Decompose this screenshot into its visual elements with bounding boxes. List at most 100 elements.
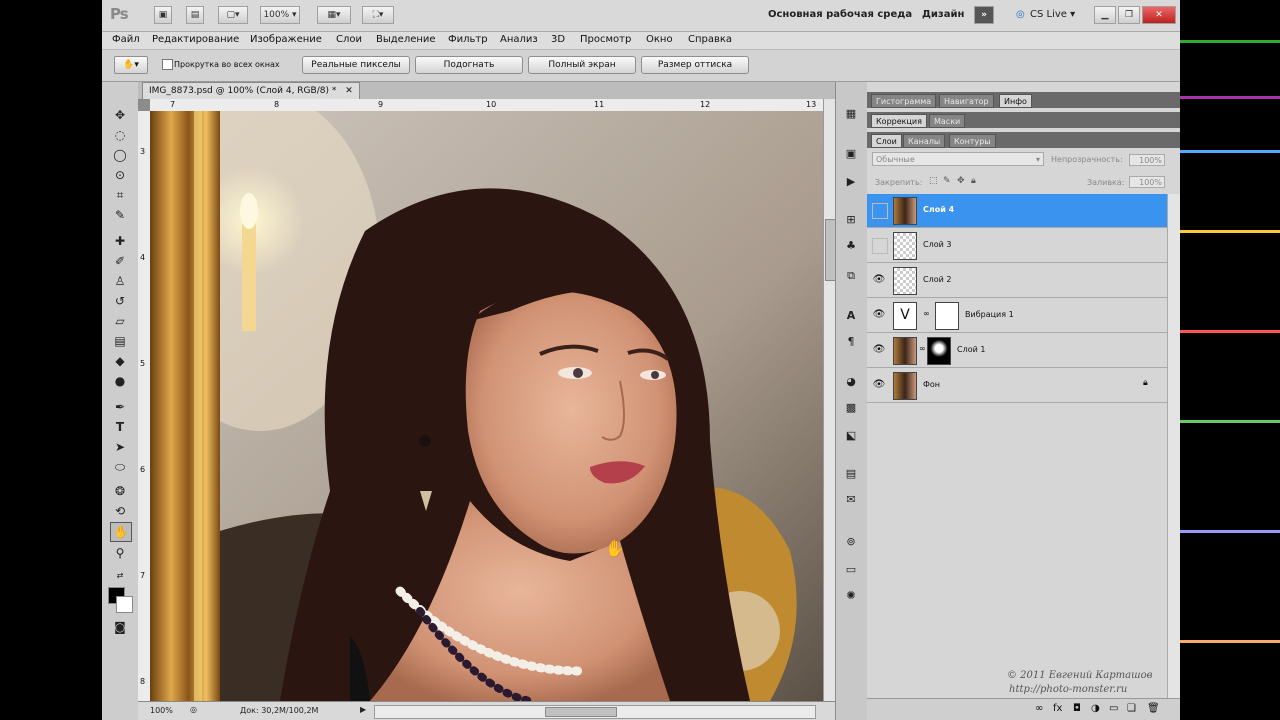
- history-panel-icon[interactable]: ▣: [842, 146, 860, 162]
- visibility-toggle[interactable]: [872, 203, 888, 219]
- menu-view[interactable]: Просмотр: [580, 34, 631, 45]
- document-tab[interactable]: IMG_8873.psd @ 100% (Слой 4, RGB/8) * ✕: [142, 82, 360, 99]
- tab-layers[interactable]: Слои: [871, 134, 902, 148]
- chain-link-icon[interactable]: ∞: [919, 344, 926, 353]
- move-tool-icon[interactable]: ✥: [110, 106, 130, 124]
- zoom-level-select[interactable]: 100% ▾: [260, 6, 300, 24]
- quick-mask-icon[interactable]: ◙: [110, 618, 130, 636]
- chain-link-icon[interactable]: ∞: [923, 309, 930, 318]
- lock-all-icon[interactable]: 🔒︎: [971, 176, 976, 186]
- tab-channels[interactable]: Каналы: [903, 134, 946, 148]
- layer-row-vibrance[interactable]: 👁︎ V ∞ Вибрация 1: [867, 299, 1167, 333]
- bridge-button[interactable]: ▣: [154, 6, 172, 24]
- menu-edit[interactable]: Редактирование: [152, 34, 239, 45]
- scroll-all-checkbox[interactable]: [162, 59, 173, 70]
- pen-tool-icon[interactable]: ✒: [110, 398, 130, 416]
- menu-image[interactable]: Изображение: [250, 34, 322, 45]
- tab-histogram[interactable]: Гистограмма: [871, 94, 937, 108]
- layer-style-icon[interactable]: fx: [1053, 703, 1062, 714]
- notes-panel-icon[interactable]: ✉: [842, 492, 860, 508]
- menu-analysis[interactable]: Анализ: [500, 34, 538, 45]
- link-layers-icon[interactable]: ∞: [1035, 703, 1043, 714]
- cslive-icon[interactable]: ◎: [1016, 9, 1025, 20]
- image-canvas[interactable]: ✋: [150, 111, 823, 701]
- close-tab-icon[interactable]: ✕: [345, 86, 353, 96]
- minimize-button[interactable]: ▁: [1094, 6, 1116, 24]
- lasso-tool-icon[interactable]: ◯: [110, 146, 130, 164]
- layer-row-4[interactable]: Слой 4: [867, 194, 1167, 228]
- menu-layer[interactable]: Слои: [336, 34, 362, 45]
- layer-row-1[interactable]: 👁︎ ∞ Слой 1: [867, 334, 1167, 368]
- scrollbar-thumb[interactable]: [545, 707, 617, 717]
- menu-3d[interactable]: 3D: [551, 34, 565, 45]
- visibility-toggle[interactable]: [872, 238, 888, 254]
- trash-icon[interactable]: 🗑︎: [1147, 703, 1160, 714]
- histogram-panel-icon[interactable]: ▦: [842, 106, 860, 122]
- swap-colors-icon[interactable]: ⇄: [110, 567, 130, 585]
- layer-row-2[interactable]: 👁︎ Слой 2: [867, 264, 1167, 298]
- background-color-swatch[interactable]: [116, 596, 133, 613]
- cslive-menu[interactable]: CS Live ▾: [1030, 9, 1075, 20]
- healing-brush-tool-icon[interactable]: ✚: [110, 232, 130, 250]
- layer-row-background[interactable]: 👁︎ Фон 🔒︎: [867, 369, 1167, 403]
- clone-source-panel-icon[interactable]: ♣: [842, 238, 860, 254]
- close-button[interactable]: ✕: [1142, 6, 1176, 24]
- blur-tool-icon[interactable]: ◆: [110, 352, 130, 370]
- tab-paths[interactable]: Контуры: [949, 134, 996, 148]
- lock-position-icon[interactable]: ✥: [957, 176, 965, 186]
- brush-tool-icon[interactable]: ✐: [110, 252, 130, 270]
- layer-row-3[interactable]: Слой 3: [867, 229, 1167, 263]
- tool-presets-panel-icon[interactable]: ⧉: [842, 268, 860, 284]
- new-adjustment-icon[interactable]: ◑: [1091, 703, 1100, 714]
- workspace-essentials[interactable]: Основная рабочая среда: [768, 9, 912, 20]
- restore-button[interactable]: ❐: [1118, 6, 1140, 24]
- character-panel-icon[interactable]: A: [842, 308, 860, 324]
- color-panel-icon[interactable]: ◕: [842, 374, 860, 390]
- new-layer-icon[interactable]: ❏: [1127, 703, 1136, 714]
- clone-stamp-tool-icon[interactable]: ♙: [110, 272, 130, 290]
- fill-input[interactable]: 100%: [1129, 176, 1165, 188]
- 3d-rotate-tool-icon[interactable]: ❂: [110, 482, 130, 500]
- menu-help[interactable]: Справка: [688, 34, 732, 45]
- status-info-icon[interactable]: ◎: [190, 705, 197, 714]
- measurement-panel-icon[interactable]: ▭: [842, 562, 860, 578]
- lock-pixels-icon[interactable]: ✎: [943, 176, 951, 186]
- eyedropper-tool-icon[interactable]: ✎: [110, 206, 130, 224]
- marquee-tool-icon[interactable]: ◌: [110, 126, 130, 144]
- tab-masks[interactable]: Маски: [929, 114, 966, 128]
- print-size-button[interactable]: Размер оттиска: [641, 56, 749, 74]
- type-tool-icon[interactable]: T: [110, 418, 130, 436]
- 3d-orbit-tool-icon[interactable]: ⟲: [110, 502, 130, 520]
- actual-pixels-button[interactable]: Реальные пикселы: [302, 56, 410, 74]
- hand-tool-icon[interactable]: ✋: [110, 522, 132, 542]
- more-workspaces-button[interactable]: »: [974, 6, 994, 24]
- crop-tool-icon[interactable]: ⌗: [110, 186, 130, 204]
- layers-scrollbar[interactable]: [1167, 194, 1180, 698]
- layer-comps-panel-icon[interactable]: ▤: [842, 466, 860, 482]
- status-menu-arrow-icon[interactable]: ▶: [360, 705, 366, 714]
- history-brush-tool-icon[interactable]: ↺: [110, 292, 130, 310]
- dodge-tool-icon[interactable]: ●: [110, 372, 130, 390]
- fit-screen-button[interactable]: Подогнать: [415, 56, 523, 74]
- add-mask-icon[interactable]: ◘: [1073, 703, 1081, 714]
- blend-mode-select[interactable]: Обычные ▾: [872, 152, 1044, 166]
- tab-adjustments[interactable]: Коррекция: [871, 114, 927, 128]
- menu-filter[interactable]: Фильтр: [448, 34, 488, 45]
- eraser-tool-icon[interactable]: ▱: [110, 312, 130, 330]
- menu-file[interactable]: Файл: [112, 34, 140, 45]
- status-zoom[interactable]: 100%: [150, 706, 173, 715]
- eye-icon[interactable]: 👁︎: [872, 343, 886, 357]
- tab-navigator[interactable]: Навигатор: [939, 94, 994, 108]
- tab-info[interactable]: Инфо: [999, 94, 1032, 108]
- 3d-panel-icon[interactable]: ⊚: [842, 534, 860, 550]
- opacity-input[interactable]: 100%: [1129, 154, 1165, 166]
- menu-window[interactable]: Окно: [646, 34, 673, 45]
- shape-tool-icon[interactable]: ⬭: [110, 458, 130, 476]
- actions-panel-icon[interactable]: ▶: [842, 174, 860, 190]
- screen-mode-button[interactable]: ⛶▾: [362, 6, 394, 24]
- new-group-icon[interactable]: ▭: [1109, 703, 1118, 714]
- brushes-panel-icon[interactable]: ⊞: [842, 212, 860, 228]
- view-extras-button[interactable]: ▢▾: [218, 6, 248, 24]
- animation-panel-icon[interactable]: ✺: [842, 588, 860, 604]
- zoom-tool-icon[interactable]: ⚲: [110, 544, 130, 562]
